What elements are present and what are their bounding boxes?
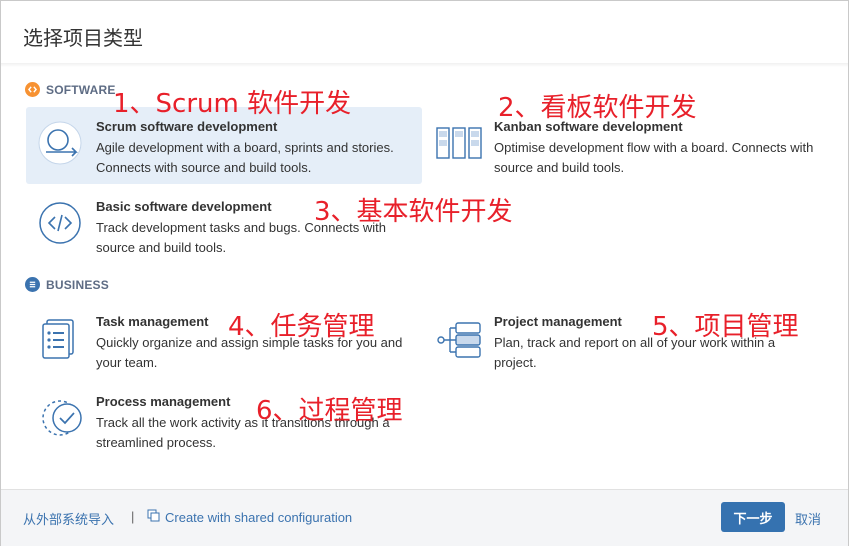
annotation-process: 6、过程管理 <box>256 396 403 426</box>
kanban-board-icon <box>436 121 482 165</box>
project-title: Project management <box>494 314 622 329</box>
shared-config-label: Create with shared configuration <box>165 509 353 525</box>
process-check-icon <box>38 396 82 440</box>
code-brackets-icon <box>38 201 82 245</box>
code-icon <box>25 82 40 97</box>
dialog-footer: 从外部系统导入 | Create with shared configurati… <box>1 489 848 546</box>
project-tree-icon <box>436 316 481 360</box>
process-title: Process management <box>96 394 231 409</box>
create-project-dialog: 选择项目类型 SOFTWARE Scrum software developme… <box>0 0 849 546</box>
section-software: SOFTWARE <box>25 82 116 97</box>
shared-config-link[interactable]: Create with shared configuration <box>147 509 352 525</box>
annotation-scrum: 1、Scrum 软件开发 <box>113 89 352 119</box>
annotation-task: 4、任务管理 <box>228 312 375 342</box>
next-button[interactable]: 下一步 <box>721 502 785 532</box>
list-icon <box>25 277 40 292</box>
scrum-title: Scrum software development <box>96 119 278 134</box>
copy-icon <box>147 509 160 525</box>
checklist-icon <box>38 316 82 360</box>
dialog-header: 选择项目类型 <box>1 1 848 64</box>
section-software-label: SOFTWARE <box>46 82 116 97</box>
scrum-cycle-icon <box>38 121 82 165</box>
kanban-description: Optimise development flow with a board. … <box>494 140 814 175</box>
section-business: BUSINESS <box>25 277 109 292</box>
dialog-title: 选择项目类型 <box>23 26 143 50</box>
annotation-kanban: 2、看板软件开发 <box>498 93 697 123</box>
section-business-label: BUSINESS <box>46 277 109 292</box>
annotation-project: 5、项目管理 <box>652 312 799 342</box>
task-title: Task management <box>96 314 209 329</box>
scrum-description: Agile development with a board, sprints … <box>96 140 394 175</box>
footer-separator: | <box>131 509 135 524</box>
scroll-shadow <box>1 63 848 67</box>
import-link[interactable]: 从外部系统导入 <box>23 509 114 528</box>
basic-title: Basic software development <box>96 199 272 214</box>
cancel-link[interactable]: 取消 <box>795 509 821 528</box>
annotation-basic: 3、基本软件开发 <box>314 197 513 227</box>
